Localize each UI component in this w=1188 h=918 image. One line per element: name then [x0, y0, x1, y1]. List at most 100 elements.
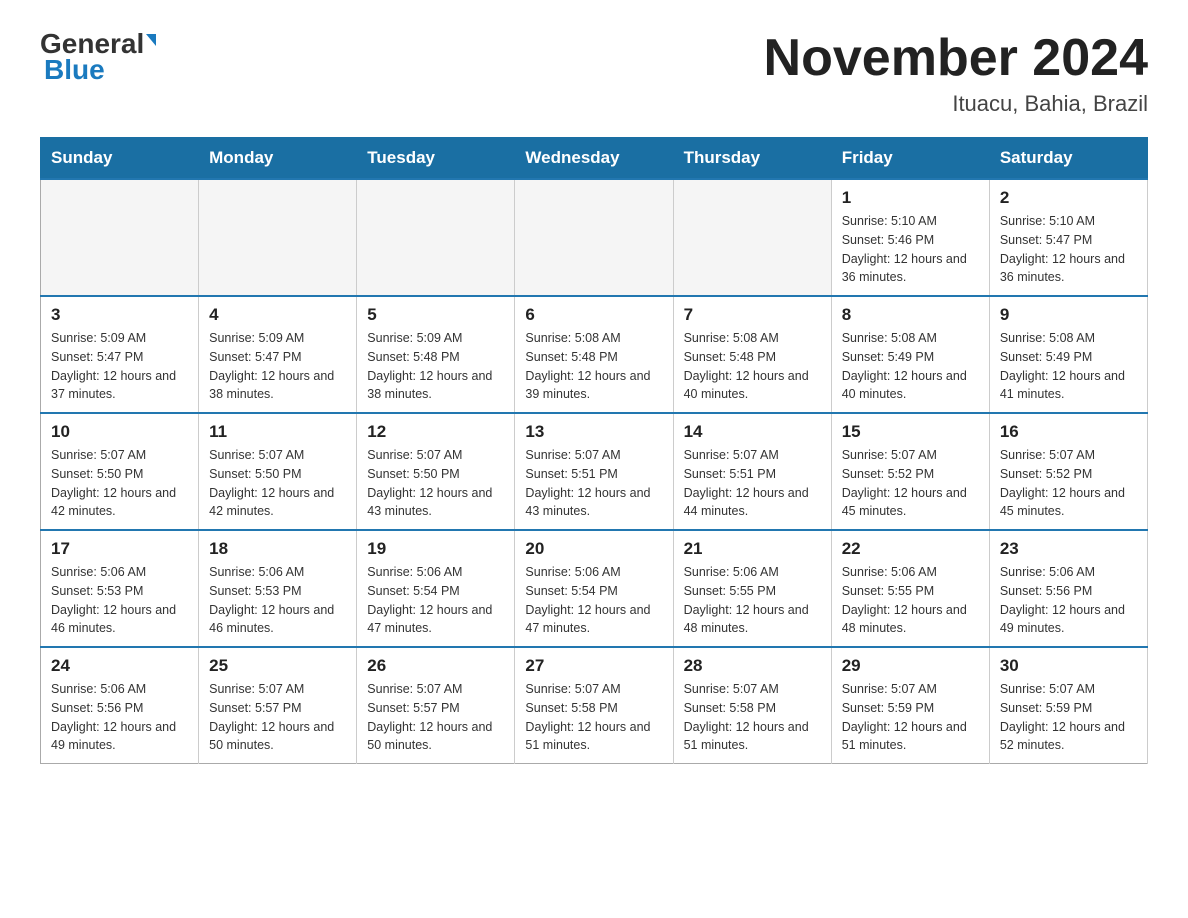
calendar-cell: 1 Sunrise: 5:10 AM Sunset: 5:46 PM Daylig… — [831, 179, 989, 296]
day-info: Sunrise: 5:06 AM Sunset: 5:56 PM Dayligh… — [1000, 563, 1137, 638]
calendar-header-row: Sunday Monday Tuesday Wednesday Thursday… — [41, 138, 1148, 180]
header-saturday: Saturday — [989, 138, 1147, 180]
day-info: Sunrise: 5:06 AM Sunset: 5:55 PM Dayligh… — [684, 563, 821, 638]
calendar-cell: 21 Sunrise: 5:06 AM Sunset: 5:55 PM Dayli… — [673, 530, 831, 647]
logo-blue-text: Blue — [44, 54, 105, 86]
calendar-cell — [673, 179, 831, 296]
day-number: 19 — [367, 539, 504, 559]
month-title: November 2024 — [764, 30, 1148, 87]
header-wednesday: Wednesday — [515, 138, 673, 180]
calendar-cell: 11 Sunrise: 5:07 AM Sunset: 5:50 PM Dayli… — [199, 413, 357, 530]
header-tuesday: Tuesday — [357, 138, 515, 180]
calendar-cell: 28 Sunrise: 5:07 AM Sunset: 5:58 PM Dayli… — [673, 647, 831, 764]
day-info: Sunrise: 5:07 AM Sunset: 5:59 PM Dayligh… — [1000, 680, 1137, 755]
calendar-cell: 10 Sunrise: 5:07 AM Sunset: 5:50 PM Dayli… — [41, 413, 199, 530]
day-info: Sunrise: 5:07 AM Sunset: 5:52 PM Dayligh… — [1000, 446, 1137, 521]
calendar-cell: 27Sunrise: 5:07 AM Sunset: 5:58 PM Dayli… — [515, 647, 673, 764]
day-info: Sunrise: 5:10 AM Sunset: 5:47 PM Dayligh… — [1000, 212, 1137, 287]
day-number: 16 — [1000, 422, 1137, 442]
day-number: 11 — [209, 422, 346, 442]
day-number: 30 — [1000, 656, 1137, 676]
calendar-week-2: 10 Sunrise: 5:07 AM Sunset: 5:50 PM Dayli… — [41, 413, 1148, 530]
day-info: Sunrise: 5:06 AM Sunset: 5:53 PM Dayligh… — [209, 563, 346, 638]
day-number: 22 — [842, 539, 979, 559]
day-info: Sunrise: 5:07 AM Sunset: 5:51 PM Dayligh… — [525, 446, 662, 521]
calendar-cell: 19 Sunrise: 5:06 AM Sunset: 5:54 PM Dayli… — [357, 530, 515, 647]
day-info: Sunrise: 5:07 AM Sunset: 5:57 PM Dayligh… — [209, 680, 346, 755]
day-number: 12 — [367, 422, 504, 442]
day-number: 1 — [842, 188, 979, 208]
calendar-cell: 9 Sunrise: 5:08 AM Sunset: 5:49 PM Daylig… — [989, 296, 1147, 413]
calendar-cell: 14 Sunrise: 5:07 AM Sunset: 5:51 PM Dayli… — [673, 413, 831, 530]
calendar-cell — [199, 179, 357, 296]
day-number: 13 — [525, 422, 662, 442]
day-number: 15 — [842, 422, 979, 442]
day-number: 3 — [51, 305, 188, 325]
day-info: Sunrise: 5:06 AM Sunset: 5:53 PM Dayligh… — [51, 563, 188, 638]
day-number: 9 — [1000, 305, 1137, 325]
day-info: Sunrise: 5:06 AM Sunset: 5:56 PM Dayligh… — [51, 680, 188, 755]
day-number: 18 — [209, 539, 346, 559]
day-info: Sunrise: 5:06 AM Sunset: 5:55 PM Dayligh… — [842, 563, 979, 638]
calendar-cell: 6 Sunrise: 5:08 AM Sunset: 5:48 PM Daylig… — [515, 296, 673, 413]
calendar-cell: 8 Sunrise: 5:08 AM Sunset: 5:49 PM Daylig… — [831, 296, 989, 413]
calendar-cell: 12 Sunrise: 5:07 AM Sunset: 5:50 PM Dayli… — [357, 413, 515, 530]
day-info: Sunrise: 5:07 AM Sunset: 5:51 PM Dayligh… — [684, 446, 821, 521]
calendar-week-4: 24Sunrise: 5:06 AM Sunset: 5:56 PM Dayli… — [41, 647, 1148, 764]
day-info: Sunrise: 5:09 AM Sunset: 5:47 PM Dayligh… — [51, 329, 188, 404]
day-info: Sunrise: 5:10 AM Sunset: 5:46 PM Dayligh… — [842, 212, 979, 287]
calendar-cell: 7 Sunrise: 5:08 AM Sunset: 5:48 PM Daylig… — [673, 296, 831, 413]
day-number: 21 — [684, 539, 821, 559]
calendar-week-0: 1 Sunrise: 5:10 AM Sunset: 5:46 PM Daylig… — [41, 179, 1148, 296]
calendar-cell — [515, 179, 673, 296]
calendar-cell — [41, 179, 199, 296]
day-info: Sunrise: 5:06 AM Sunset: 5:54 PM Dayligh… — [367, 563, 504, 638]
day-info: Sunrise: 5:09 AM Sunset: 5:48 PM Dayligh… — [367, 329, 504, 404]
calendar-cell: 29 Sunrise: 5:07 AM Sunset: 5:59 PM Dayli… — [831, 647, 989, 764]
day-info: Sunrise: 5:07 AM Sunset: 5:50 PM Dayligh… — [209, 446, 346, 521]
calendar-cell: 18 Sunrise: 5:06 AM Sunset: 5:53 PM Dayli… — [199, 530, 357, 647]
day-info: Sunrise: 5:08 AM Sunset: 5:49 PM Dayligh… — [1000, 329, 1137, 404]
title-area: November 2024 Ituacu, Bahia, Brazil — [764, 30, 1148, 117]
calendar-cell: 25 Sunrise: 5:07 AM Sunset: 5:57 PM Dayli… — [199, 647, 357, 764]
day-number: 2 — [1000, 188, 1137, 208]
calendar-cell: 2 Sunrise: 5:10 AM Sunset: 5:47 PM Daylig… — [989, 179, 1147, 296]
day-info: Sunrise: 5:08 AM Sunset: 5:48 PM Dayligh… — [684, 329, 821, 404]
calendar-cell: 17Sunrise: 5:06 AM Sunset: 5:53 PM Dayli… — [41, 530, 199, 647]
day-number: 14 — [684, 422, 821, 442]
day-number: 10 — [51, 422, 188, 442]
calendar-week-1: 3 Sunrise: 5:09 AM Sunset: 5:47 PM Daylig… — [41, 296, 1148, 413]
location-subtitle: Ituacu, Bahia, Brazil — [764, 91, 1148, 117]
day-number: 4 — [209, 305, 346, 325]
day-number: 20 — [525, 539, 662, 559]
calendar-cell: 13 Sunrise: 5:07 AM Sunset: 5:51 PM Dayli… — [515, 413, 673, 530]
header-sunday: Sunday — [41, 138, 199, 180]
day-number: 5 — [367, 305, 504, 325]
day-number: 6 — [525, 305, 662, 325]
calendar-cell: 15Sunrise: 5:07 AM Sunset: 5:52 PM Dayli… — [831, 413, 989, 530]
calendar-cell: 23 Sunrise: 5:06 AM Sunset: 5:56 PM Dayli… — [989, 530, 1147, 647]
day-info: Sunrise: 5:07 AM Sunset: 5:50 PM Dayligh… — [367, 446, 504, 521]
header-friday: Friday — [831, 138, 989, 180]
day-info: Sunrise: 5:07 AM Sunset: 5:57 PM Dayligh… — [367, 680, 504, 755]
day-info: Sunrise: 5:06 AM Sunset: 5:54 PM Dayligh… — [525, 563, 662, 638]
header-thursday: Thursday — [673, 138, 831, 180]
day-info: Sunrise: 5:08 AM Sunset: 5:48 PM Dayligh… — [525, 329, 662, 404]
page-header: General Blue November 2024 Ituacu, Bahia… — [40, 30, 1148, 117]
calendar-week-3: 17Sunrise: 5:06 AM Sunset: 5:53 PM Dayli… — [41, 530, 1148, 647]
day-info: Sunrise: 5:09 AM Sunset: 5:47 PM Dayligh… — [209, 329, 346, 404]
day-info: Sunrise: 5:07 AM Sunset: 5:59 PM Dayligh… — [842, 680, 979, 755]
day-number: 8 — [842, 305, 979, 325]
day-info: Sunrise: 5:07 AM Sunset: 5:58 PM Dayligh… — [684, 680, 821, 755]
calendar-cell: 24Sunrise: 5:06 AM Sunset: 5:56 PM Dayli… — [41, 647, 199, 764]
calendar-cell: 16 Sunrise: 5:07 AM Sunset: 5:52 PM Dayli… — [989, 413, 1147, 530]
day-number: 28 — [684, 656, 821, 676]
day-number: 25 — [209, 656, 346, 676]
day-number: 7 — [684, 305, 821, 325]
day-number: 23 — [1000, 539, 1137, 559]
day-info: Sunrise: 5:07 AM Sunset: 5:58 PM Dayligh… — [525, 680, 662, 755]
day-info: Sunrise: 5:07 AM Sunset: 5:50 PM Dayligh… — [51, 446, 188, 521]
day-number: 29 — [842, 656, 979, 676]
day-info: Sunrise: 5:08 AM Sunset: 5:49 PM Dayligh… — [842, 329, 979, 404]
calendar-table: Sunday Monday Tuesday Wednesday Thursday… — [40, 137, 1148, 764]
